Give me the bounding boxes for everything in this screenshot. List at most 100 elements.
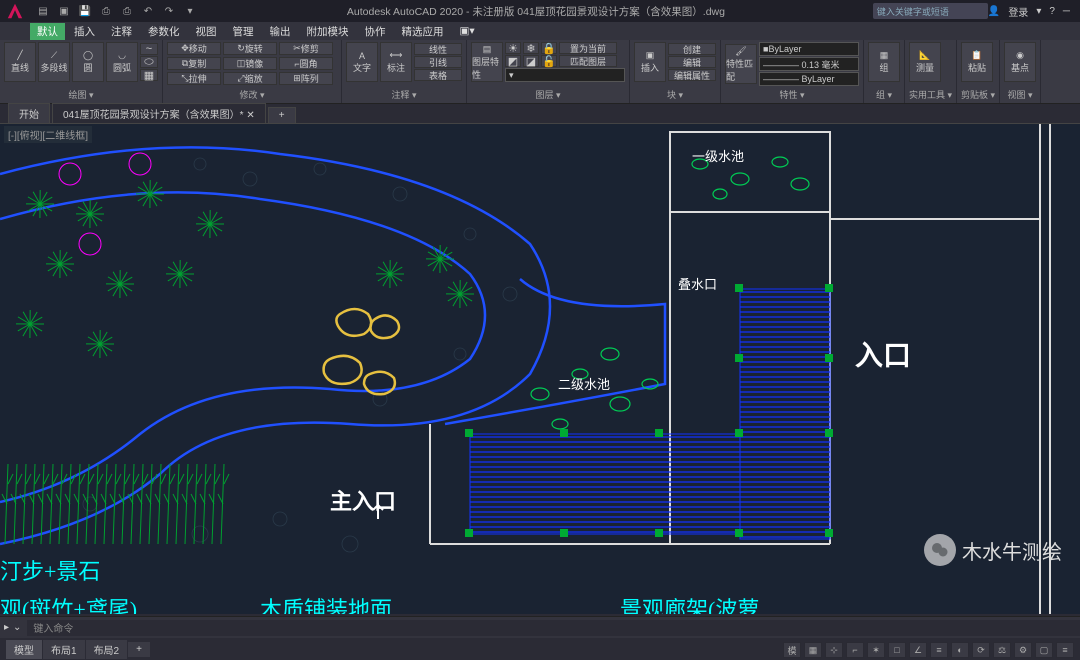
stretch-button[interactable]: ⤡ 拉伸 (167, 72, 221, 85)
panel-view-label[interactable]: 视图 ▾ (1004, 87, 1036, 101)
layer-lock-icon[interactable]: 🔒 (541, 42, 557, 54)
tab-view[interactable]: 视图 (189, 23, 224, 40)
help-search-input[interactable]: 键入关键字或短语 (873, 3, 988, 19)
panel-util-label[interactable]: 实用工具 ▾ (909, 87, 952, 101)
snap-toggle-icon[interactable]: ⊹ (825, 642, 843, 658)
matchlayer-button[interactable]: 匹配图层 (559, 55, 617, 67)
tab-file[interactable]: 041屋顶花园景观设计方案（含效果图）* ✕ (52, 103, 266, 123)
customize-icon[interactable]: ≡ (1056, 642, 1074, 658)
basepoint-button[interactable]: ◉基点 (1004, 42, 1036, 82)
mirror-button[interactable]: ◫ 镜像 (223, 57, 277, 70)
tab-featured[interactable]: 精选应用 (395, 23, 451, 40)
panel-clip-label[interactable]: 剪贴板 ▾ (961, 87, 995, 101)
grid-toggle-icon[interactable]: ▦ (804, 642, 822, 658)
user-icon[interactable]: 👤 (988, 6, 1000, 17)
text-button[interactable]: A文字 (346, 42, 378, 82)
otrack-toggle-icon[interactable]: ∠ (909, 642, 927, 658)
tab-default[interactable]: 默认 (30, 23, 65, 40)
redo-icon[interactable]: ↷ (160, 3, 178, 19)
ellipse-icon[interactable]: ⬭ (140, 56, 158, 68)
drawing-canvas[interactable]: [-][俯视][二维线框] (0, 124, 1080, 614)
polyline-button[interactable]: ⟋多段线 (38, 42, 70, 82)
undo-icon[interactable]: ↶ (139, 3, 157, 19)
modelspace-toggle[interactable]: 模 (783, 642, 801, 658)
paste-button[interactable]: 📋粘贴 (961, 42, 993, 82)
open-icon[interactable]: ▣ (55, 3, 73, 19)
edit-block-button[interactable]: 编辑 (668, 56, 716, 68)
trim-button[interactable]: ✂ 修剪 (279, 42, 333, 55)
layer-freeze-icon[interactable]: ❄ (523, 42, 539, 54)
panel-modify-label[interactable]: 修改 ▾ (167, 87, 337, 101)
edit-attr-button[interactable]: 编辑属性 (668, 69, 716, 81)
tab-annotate[interactable]: 注释 (104, 23, 139, 40)
tab-layout2[interactable]: 布局2 (86, 640, 128, 659)
clean-screen-icon[interactable]: ▢ (1035, 642, 1053, 658)
hatch-icon[interactable]: ▦ (140, 69, 158, 81)
panel-block-label[interactable]: 块 ▾ (634, 87, 716, 101)
spline-icon[interactable]: ~ (140, 43, 158, 55)
fillet-button[interactable]: ⌐ 圆角 (279, 57, 333, 70)
dimension-button[interactable]: ⟷标注 (380, 42, 412, 82)
save-icon[interactable]: 💾 (76, 3, 94, 19)
move-button[interactable]: ✥ 移动 (167, 42, 221, 55)
exchange-icon[interactable]: ▾ (1036, 6, 1041, 17)
panel-group-label[interactable]: 组 ▾ (868, 87, 900, 101)
command-line[interactable]: ▸ ⌄ 键入命令 (0, 616, 1080, 638)
annoscale-icon[interactable]: ⚖ (993, 642, 1011, 658)
copy-button[interactable]: ⧉ 复制 (167, 57, 221, 70)
matchprops-button[interactable]: 🖌特性匹配 (725, 44, 757, 84)
scale-button[interactable]: ⤢ 缩放 (223, 72, 277, 85)
saveas-icon[interactable]: ⎙ (97, 3, 115, 19)
ortho-toggle-icon[interactable]: ⌐ (846, 642, 864, 658)
line-button[interactable]: ╱直线 (4, 42, 36, 82)
layer-iso-icon[interactable]: ◩ (505, 55, 521, 67)
login-link[interactable]: 登录 (1008, 4, 1028, 19)
group-button[interactable]: ▦组 (868, 42, 900, 82)
arc-button[interactable]: ◡圆弧 (106, 42, 138, 82)
transparency-toggle-icon[interactable]: ◐ (951, 642, 969, 658)
close-tab-icon[interactable]: ✕ (246, 110, 254, 121)
command-input[interactable]: 键入命令 (27, 620, 1080, 636)
table-button[interactable]: 表格 (414, 69, 462, 81)
layer-off-icon[interactable]: ☀ (505, 42, 521, 54)
create-block-button[interactable]: 创建 (668, 43, 716, 55)
tab-model[interactable]: 模型 (6, 640, 42, 659)
tab-layout-add[interactable]: + (128, 642, 150, 657)
measure-button[interactable]: 📐测量 (909, 42, 941, 82)
help-icon[interactable]: ? (1049, 6, 1055, 17)
tab-layout1[interactable]: 布局1 (43, 640, 85, 659)
linear-button[interactable]: 线性 (414, 43, 462, 55)
layer-uniso-icon[interactable]: ◪ (523, 55, 539, 67)
osnap-toggle-icon[interactable]: □ (888, 642, 906, 658)
layerprops-button[interactable]: ▤图层特性 (471, 42, 503, 82)
color-combo[interactable]: ■ ByLayer (759, 42, 859, 56)
polar-toggle-icon[interactable]: ✶ (867, 642, 885, 658)
tab-expand-icon[interactable]: ▣▾ (453, 24, 482, 38)
layer-combo[interactable]: ▾ (505, 68, 625, 82)
circle-button[interactable]: ◯圆 (72, 42, 104, 82)
panel-annot-label[interactable]: 注释 ▾ (346, 87, 462, 101)
tab-output[interactable]: 输出 (263, 23, 298, 40)
cycling-toggle-icon[interactable]: ⟳ (972, 642, 990, 658)
insert-button[interactable]: ▣插入 (634, 42, 666, 82)
tab-new[interactable]: + (268, 107, 296, 123)
tab-insert[interactable]: 插入 (67, 23, 102, 40)
tab-manage[interactable]: 管理 (226, 23, 261, 40)
panel-draw-label[interactable]: 绘图 ▾ (4, 87, 158, 101)
setcurrent-button[interactable]: 置为当前 (559, 42, 617, 54)
plot-icon[interactable]: ⎙ (118, 3, 136, 19)
qat-more-icon[interactable]: ▾ (181, 3, 199, 19)
workspace-icon[interactable]: ⚙ (1014, 642, 1032, 658)
layer-unlock-icon[interactable]: 🔓 (541, 55, 557, 67)
autocad-logo-icon[interactable] (0, 0, 30, 22)
lineweight-combo[interactable]: ———— 0.13 毫米 (759, 57, 859, 71)
lwt-toggle-icon[interactable]: ≡ (930, 642, 948, 658)
tab-start[interactable]: 开始 (8, 103, 50, 123)
array-button[interactable]: ⊞ 阵列 (279, 72, 333, 85)
tab-addins[interactable]: 附加模块 (300, 23, 356, 40)
new-icon[interactable]: ▤ (34, 3, 52, 19)
rotate-button[interactable]: ↻ 旋转 (223, 42, 277, 55)
tab-collab[interactable]: 协作 (358, 23, 393, 40)
panel-props-label[interactable]: 特性 ▾ (725, 87, 859, 101)
tab-parametric[interactable]: 参数化 (141, 23, 187, 40)
